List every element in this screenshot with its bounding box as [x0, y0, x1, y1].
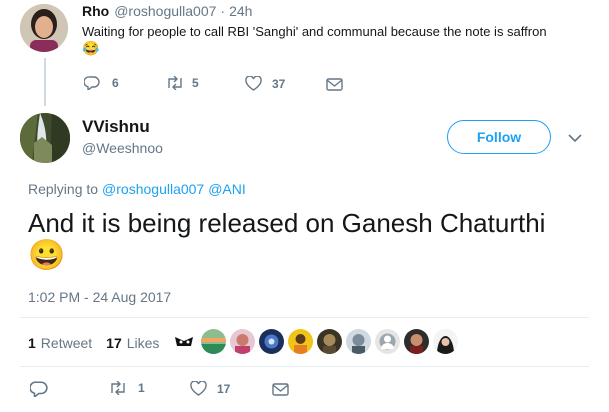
replying-to: Replying to @roshogulla007 @ANI — [28, 181, 246, 197]
parent-like-action[interactable]: 37 — [245, 76, 285, 91]
tweet-handle[interactable]: @Weeshnoo — [82, 140, 163, 156]
follow-button[interactable]: Follow — [447, 120, 551, 154]
reply-icon — [30, 381, 48, 397]
divider-top — [20, 317, 589, 318]
parent-reply-count: 6 — [112, 76, 119, 90]
liker-avatar[interactable] — [288, 329, 313, 354]
tweet-display-name[interactable]: VVishnu — [82, 117, 150, 137]
liker-avatars — [172, 329, 458, 354]
liker-avatar[interactable] — [433, 329, 458, 354]
retweets-number[interactable]: 1 — [28, 335, 36, 351]
liker-avatar[interactable] — [346, 329, 371, 354]
retweet-icon — [165, 76, 185, 90]
tweet-emoji: 😀 — [28, 239, 66, 272]
liker-avatar[interactable] — [201, 329, 226, 354]
liker-avatar[interactable] — [404, 329, 429, 354]
liker-avatar[interactable] — [317, 329, 342, 354]
parent-retweet-count: 5 — [192, 76, 199, 90]
likes-label[interactable]: Likes — [127, 335, 160, 351]
parent-display-name[interactable]: Rho — [82, 3, 109, 19]
retweet-icon — [108, 381, 128, 395]
chevron-down-icon[interactable] — [568, 130, 582, 148]
thread-connector — [44, 58, 46, 106]
tweet-text: And it is being released on Ganesh Chatu… — [28, 208, 546, 238]
like-action[interactable]: 17 — [190, 381, 230, 396]
liker-avatar[interactable] — [230, 329, 255, 354]
likes-number[interactable]: 17 — [106, 335, 122, 351]
liker-avatar[interactable] — [375, 329, 400, 354]
retweets-label[interactable]: Retweet — [41, 335, 92, 351]
parent-like-count: 37 — [272, 76, 286, 91]
message-icon[interactable] — [326, 78, 343, 96]
avatar-rho[interactable] — [20, 4, 68, 52]
avatar-vvishnu[interactable] — [20, 113, 70, 163]
liker-avatar[interactable] — [172, 329, 197, 354]
liker-avatar[interactable] — [259, 329, 284, 354]
heart-icon — [245, 76, 262, 91]
parent-reply-action[interactable]: 6 — [84, 76, 119, 90]
heart-icon — [190, 381, 207, 396]
parent-text: Waiting for people to call RBI 'Sanghi' … — [82, 24, 547, 39]
message-icon[interactable] — [272, 383, 289, 401]
like-count: 17 — [217, 381, 231, 396]
tweet-stats: 1 Retweet 17 Likes — [28, 335, 159, 351]
replying-link-ani[interactable]: @ANI — [208, 181, 246, 197]
parent-emoji: 😂 — [82, 40, 100, 56]
retweet-action[interactable]: 1 — [108, 381, 145, 395]
retweet-count: 1 — [138, 381, 145, 395]
parent-retweet-action[interactable]: 5 — [165, 76, 199, 90]
parent-separator: · — [220, 3, 226, 19]
divider-bottom — [20, 366, 589, 367]
parent-time[interactable]: 24h — [229, 3, 252, 19]
tweet-timestamp[interactable]: 1:02 PM - 24 Aug 2017 — [28, 289, 171, 305]
reply-action[interactable] — [30, 381, 48, 402]
parent-header: Rho @roshogulla007 · 24h — [82, 3, 252, 19]
replying-prefix: Replying to — [28, 181, 99, 197]
replying-link-roshogulla[interactable]: @roshogulla007 — [102, 181, 204, 197]
parent-handle[interactable]: @roshogulla007 — [114, 3, 216, 19]
reply-icon — [84, 76, 100, 90]
